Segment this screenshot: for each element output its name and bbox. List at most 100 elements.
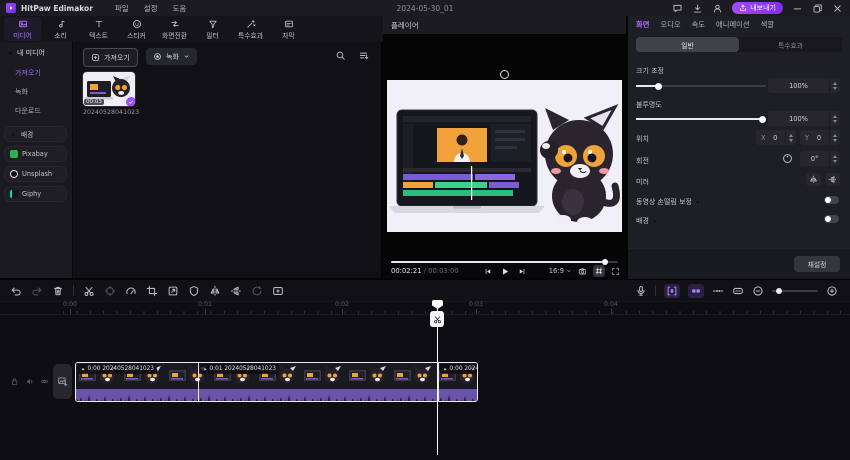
speed-icon[interactable] bbox=[125, 285, 137, 297]
hide-track-icon[interactable] bbox=[40, 377, 49, 386]
tab-sticker[interactable]: 스티커 bbox=[118, 17, 155, 41]
sidebar-item-giphy[interactable]: Giphy bbox=[4, 186, 67, 202]
sidebar-item-unsplash[interactable]: Unsplash bbox=[4, 166, 67, 182]
grid-overlay-icon[interactable] bbox=[593, 265, 605, 277]
reset-button[interactable]: 재설정 bbox=[794, 256, 840, 272]
voiceover-mic-icon[interactable] bbox=[635, 285, 647, 297]
scale-stepper[interactable] bbox=[829, 78, 840, 93]
search-icon[interactable] bbox=[335, 50, 346, 61]
tab-animation[interactable]: 애니메이션 bbox=[716, 20, 750, 30]
fullscreen-icon[interactable] bbox=[611, 267, 620, 276]
sidebar-item-pixabay[interactable]: Pixabay bbox=[4, 146, 67, 162]
freeze-frame-icon[interactable] bbox=[272, 285, 284, 297]
stabilization-toggle[interactable] bbox=[824, 196, 839, 204]
media-item-thumbnail[interactable]: 00:03 bbox=[83, 72, 135, 106]
opacity-value-field[interactable]: 100% bbox=[768, 111, 840, 126]
video-clip[interactable]: 0:00 20240528041023 0:01 20240528041023 … bbox=[75, 362, 478, 402]
sidebar-group-my-media[interactable]: 내 미디어 bbox=[7, 48, 45, 58]
tab-speed[interactable]: 속도 bbox=[692, 20, 705, 30]
position-y-stepper[interactable] bbox=[829, 130, 840, 145]
export-button[interactable]: 내보내기 bbox=[732, 2, 783, 14]
subtab-general[interactable]: 일반 bbox=[636, 37, 739, 52]
sidebar-group-background[interactable]: 배경 bbox=[4, 126, 67, 142]
tab-video[interactable]: 화면 bbox=[636, 20, 649, 30]
sidebar-item-record[interactable]: 녹화 bbox=[15, 87, 28, 97]
tab-media[interactable]: 미디어 bbox=[4, 17, 41, 41]
download-icon[interactable] bbox=[692, 3, 703, 14]
feedback-icon[interactable] bbox=[672, 3, 683, 14]
mirror-horizontal-icon[interactable] bbox=[209, 285, 221, 297]
play-button[interactable] bbox=[499, 266, 510, 277]
delete-icon[interactable] bbox=[52, 285, 64, 297]
playback-progress-bar[interactable] bbox=[391, 259, 618, 265]
opacity-stepper[interactable] bbox=[829, 111, 840, 126]
position-y-field[interactable]: Y0 bbox=[800, 130, 840, 145]
tab-color[interactable]: 색깔 bbox=[761, 20, 774, 30]
import-button[interactable]: 가져오기 bbox=[83, 48, 138, 67]
opacity-slider[interactable] bbox=[636, 115, 767, 123]
auto-ripple-icon[interactable] bbox=[664, 283, 680, 298]
tab-audio[interactable]: 소리 bbox=[42, 17, 79, 41]
properties-footer: 재설정 bbox=[628, 250, 850, 279]
rotation-dial-icon[interactable] bbox=[782, 153, 793, 164]
split-icon[interactable] bbox=[83, 285, 95, 297]
rotation-stepper[interactable] bbox=[829, 151, 840, 166]
zoom-in-icon[interactable] bbox=[826, 285, 838, 297]
scale-slider[interactable] bbox=[636, 82, 766, 90]
opacity-slider-knob[interactable] bbox=[759, 115, 767, 123]
menu-settings[interactable]: 설정 bbox=[144, 3, 158, 14]
close-button[interactable] bbox=[832, 3, 843, 14]
snapping-icon[interactable] bbox=[688, 283, 704, 298]
flip-vertical-button[interactable] bbox=[825, 173, 840, 186]
scale-value-field[interactable]: 100% bbox=[768, 78, 840, 93]
minimize-button[interactable] bbox=[792, 3, 803, 14]
flip-horizontal-button[interactable] bbox=[806, 173, 821, 186]
record-button[interactable]: 녹화 bbox=[146, 48, 197, 65]
scale-slider-knob[interactable] bbox=[655, 82, 663, 90]
user-account-icon[interactable] bbox=[712, 3, 723, 14]
previous-frame-button[interactable] bbox=[483, 267, 492, 276]
next-frame-button[interactable] bbox=[517, 267, 526, 276]
restore-button[interactable] bbox=[812, 3, 823, 14]
background-toggle[interactable] bbox=[824, 215, 839, 223]
rotation-value-field[interactable]: 0° bbox=[800, 151, 840, 166]
add-media-to-track-button[interactable] bbox=[53, 364, 72, 399]
aspect-ratio-dropdown[interactable]: 16:9 bbox=[549, 267, 572, 275]
lock-track-icon[interactable] bbox=[10, 377, 19, 386]
reposition-icon[interactable] bbox=[104, 285, 116, 297]
mask-icon[interactable] bbox=[188, 285, 200, 297]
marker-icon[interactable] bbox=[732, 285, 744, 297]
ribbon-toolbar: 미디어 소리 텍스트 스티커 화면전환 필터 특수효과 자막 bbox=[0, 16, 385, 42]
crop-icon[interactable] bbox=[146, 285, 158, 297]
video-frame[interactable] bbox=[387, 80, 622, 232]
menu-file[interactable]: 파일 bbox=[115, 3, 129, 14]
timeline-ruler[interactable]: 0:00 0:01 0:02 0:03 0:04 bbox=[0, 301, 850, 315]
position-x-field[interactable]: X0 bbox=[756, 130, 796, 145]
zoom-slider-knob[interactable] bbox=[776, 287, 782, 294]
tab-subtitle[interactable]: 자막 bbox=[270, 17, 307, 41]
link-clips-icon[interactable] bbox=[712, 285, 724, 297]
sidebar-item-import[interactable]: 가져오기 bbox=[15, 68, 41, 78]
snapshot-icon[interactable] bbox=[578, 267, 587, 276]
zoom-out-icon[interactable] bbox=[752, 285, 764, 297]
redo-icon[interactable] bbox=[31, 285, 43, 297]
tab-transition[interactable]: 화면전환 bbox=[156, 17, 193, 41]
reframe-icon[interactable] bbox=[167, 285, 179, 297]
reverse-icon[interactable] bbox=[251, 285, 263, 297]
timeline-toolbar bbox=[0, 280, 850, 302]
sort-list-icon[interactable] bbox=[358, 50, 369, 61]
undo-icon[interactable] bbox=[10, 285, 22, 297]
tab-audio-props[interactable]: 오디오 bbox=[660, 20, 680, 30]
subtab-special-effects[interactable]: 특수효과 bbox=[739, 37, 842, 52]
sidebar-item-download[interactable]: 다운로드 bbox=[15, 106, 41, 116]
menu-help[interactable]: 도움 bbox=[173, 3, 187, 14]
mirror-vertical-icon[interactable] bbox=[230, 285, 242, 297]
timeline-zoom-slider[interactable] bbox=[772, 287, 818, 294]
split-at-playhead-button[interactable] bbox=[430, 311, 444, 327]
tab-text[interactable]: 텍스트 bbox=[80, 17, 117, 41]
mute-track-icon[interactable] bbox=[25, 377, 34, 386]
tab-effects[interactable]: 특수효과 bbox=[232, 17, 269, 41]
tab-filter[interactable]: 필터 bbox=[194, 17, 231, 41]
position-x-stepper[interactable] bbox=[785, 130, 796, 145]
rotate-handle[interactable] bbox=[500, 70, 509, 79]
